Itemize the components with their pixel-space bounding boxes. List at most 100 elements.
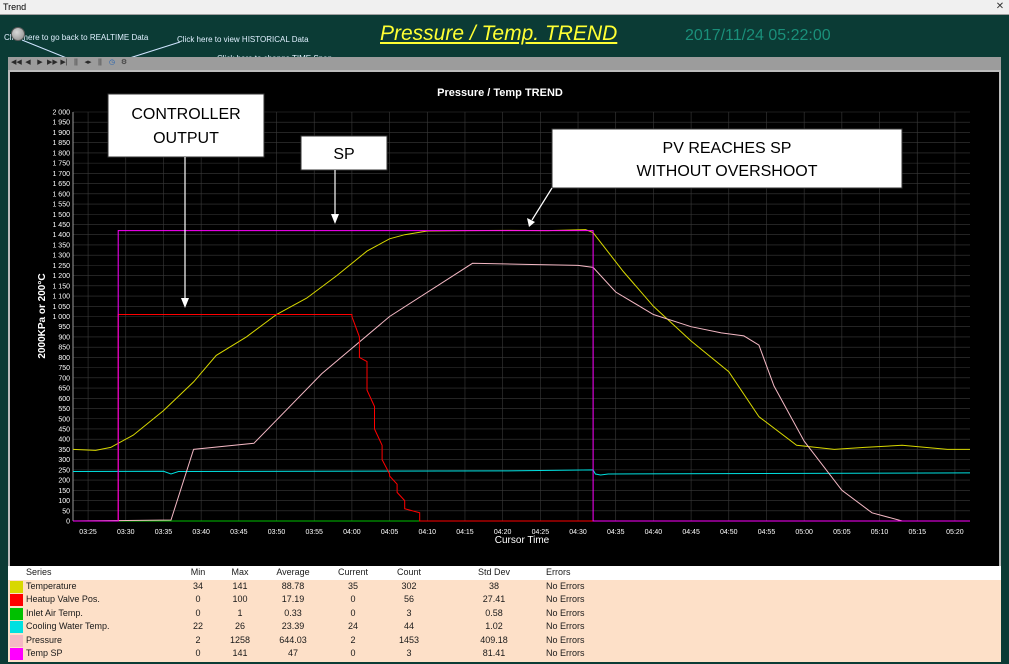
- table-row[interactable]: Cooling Water Temp. 22 26 23.39 24 44 1.02 No E…: [8, 620, 1001, 634]
- x-tick-label: 04:10: [419, 529, 437, 536]
- chart-toolbar: ◀◀ ◀ ▶ ▶▶ ▶| || ◂▸ || ◷ ⚙: [8, 57, 1001, 70]
- x-tick-label: 05:15: [908, 529, 926, 536]
- series-stats-table: Series Min Max Average Current Count Std…: [8, 566, 1001, 662]
- cell-min: 0: [195, 607, 201, 618]
- series-color-swatch: [10, 621, 23, 633]
- separator-icon: ||: [98, 59, 102, 66]
- series-line-cooling-water: [72, 469, 971, 476]
- annotation-pv-line2: WITHOUT OVERSHOOT: [636, 163, 817, 180]
- x-tick-label: 04:00: [343, 529, 361, 536]
- forward-icon[interactable]: ▶: [35, 58, 45, 68]
- settings-icon[interactable]: ⚙: [119, 58, 129, 68]
- y-tick-label: 1 850: [52, 140, 70, 147]
- cell-max: 1: [237, 607, 243, 618]
- y-ticks: 0 50 100 150 200 250 300 350 400 450 500 550 600 650 7…: [52, 110, 70, 526]
- cell-count: 56: [403, 594, 414, 604]
- series-color-swatch: [10, 648, 23, 660]
- cell-std-dev: 0.58: [485, 607, 503, 618]
- annotation-controller-line2: OUTPUT: [153, 130, 219, 147]
- col-errors: Errors: [546, 567, 571, 577]
- y-tick-label: 350: [58, 447, 70, 454]
- cell-min: 34: [192, 580, 203, 591]
- x-tick-label: 04:30: [569, 529, 587, 536]
- table-row[interactable]: Pressure 2 1258 644.03 2 1453 409.18 No Errors: [8, 634, 1001, 648]
- y-tick-label: 800: [58, 355, 70, 362]
- col-count: Count: [396, 567, 422, 577]
- y-tick-label: 1 650: [52, 181, 70, 188]
- y-tick-label: 1 300: [52, 253, 70, 260]
- series-color-swatch: [10, 580, 23, 593]
- cell-errors: No Errors: [546, 648, 585, 658]
- cell-std-dev: 38: [488, 580, 499, 591]
- y-tick-label: 150: [58, 488, 70, 495]
- chart-frame: ◀◀ ◀ ▶ ▶▶ ▶| || ◂▸ || ◷ ⚙ Pressure / Tem…: [8, 57, 1001, 566]
- rewind-icon[interactable]: ◀: [23, 58, 33, 68]
- series-color-swatch: [10, 607, 23, 620]
- cell-errors: No Errors: [546, 607, 585, 618]
- cell-average: 23.39: [281, 621, 305, 631]
- y-tick-label: 50: [62, 508, 70, 515]
- y-tick-label: 1 250: [52, 263, 70, 270]
- series-color-swatch: [10, 634, 23, 647]
- chart-title: Pressure / Temp TREND: [437, 87, 563, 99]
- y-tick-label: 1 500: [52, 212, 70, 219]
- annotation-pv-reaches-sp: PV REACHES SP WITHOUT OVERSHOOT: [527, 128, 903, 227]
- close-icon[interactable]: ✕: [994, 1, 1006, 13]
- x-tick-label: 04:50: [720, 529, 738, 536]
- realtime-button[interactable]: [11, 27, 25, 41]
- trend-plot: Pressure / Temp TREND Cursor Time 2000KP…: [10, 72, 999, 566]
- zoom-icon[interactable]: ◂▸: [83, 58, 93, 68]
- y-tick-label: 1 600: [52, 191, 70, 198]
- timestamp: 2017/11/24 05:22:00: [685, 27, 831, 44]
- y-tick-label: 1 100: [52, 294, 70, 301]
- y-tick-label: 400: [58, 437, 70, 444]
- cell-series: Temperature: [26, 580, 77, 591]
- y-tick-label: 300: [58, 457, 70, 464]
- annotation-sp: SP: [300, 135, 388, 224]
- x-tick-label: 05:20: [946, 529, 964, 536]
- cell-current: 35: [347, 580, 358, 591]
- cell-max: 1258: [229, 634, 251, 645]
- pause-icon[interactable]: ||: [71, 58, 81, 68]
- cell-std-dev: 1.02: [485, 621, 503, 631]
- annotation-sp-text: SP: [333, 146, 354, 163]
- x-tick-label: 04:35: [607, 529, 625, 536]
- y-tick-label: 1 200: [52, 273, 70, 280]
- y-tick-label: 1 050: [52, 304, 70, 311]
- table-row[interactable]: Temperature 34 141 88.78 35 302 38 No Errors: [8, 580, 1001, 594]
- page-title: Pressure / Temp. TREND: [380, 22, 618, 45]
- end-icon[interactable]: ▶|: [59, 58, 69, 68]
- table-row[interactable]: Heatup Valve Pos. 0 100 17.19 0 56 27.41 No Err…: [8, 593, 1001, 607]
- cell-errors: No Errors: [546, 594, 585, 604]
- cell-errors: No Errors: [546, 621, 585, 631]
- y-tick-label: 1 750: [52, 161, 70, 168]
- col-max: Max: [231, 567, 249, 577]
- cell-errors: No Errors: [546, 634, 585, 645]
- y-tick-label: 650: [58, 386, 70, 393]
- cell-series: Pressure: [26, 634, 63, 645]
- annotation-pv-line1: PV REACHES SP: [663, 140, 792, 157]
- y-tick-label: 250: [58, 467, 70, 474]
- forward-fast-icon[interactable]: ▶▶: [47, 58, 58, 68]
- cell-average: 88.78: [281, 580, 305, 591]
- x-tick-label: 04:25: [532, 529, 550, 536]
- cell-current: 0: [350, 607, 356, 618]
- table-row[interactable]: Inlet Air Temp. 0 1 0.33 0 3 0.58 No Errors: [8, 607, 1001, 621]
- hint-historical: Click here to view HISTORICAL Data: [177, 35, 309, 44]
- cell-max: 26: [234, 621, 245, 631]
- cell-current: 0: [350, 594, 356, 604]
- x-axis-label: Cursor Time: [495, 535, 550, 546]
- y-tick-label: 1 950: [52, 120, 70, 127]
- rewind-fast-icon[interactable]: ◀◀: [11, 58, 22, 68]
- cell-current: 0: [350, 648, 356, 658]
- cell-count: 302: [401, 580, 417, 591]
- clock-icon[interactable]: ◷: [107, 58, 117, 68]
- x-tick-label: 03:55: [305, 529, 323, 536]
- cell-average: 0.33: [284, 607, 302, 618]
- table-row[interactable]: Temp SP 0 141 47 0 3 81.41 No Errors: [8, 647, 1001, 661]
- cell-max: 141: [232, 580, 248, 591]
- y-tick-label: 200: [58, 478, 70, 485]
- y-tick-label: 950: [58, 324, 70, 331]
- series-color-swatch: [10, 594, 23, 606]
- y-tick-label: 450: [58, 426, 70, 433]
